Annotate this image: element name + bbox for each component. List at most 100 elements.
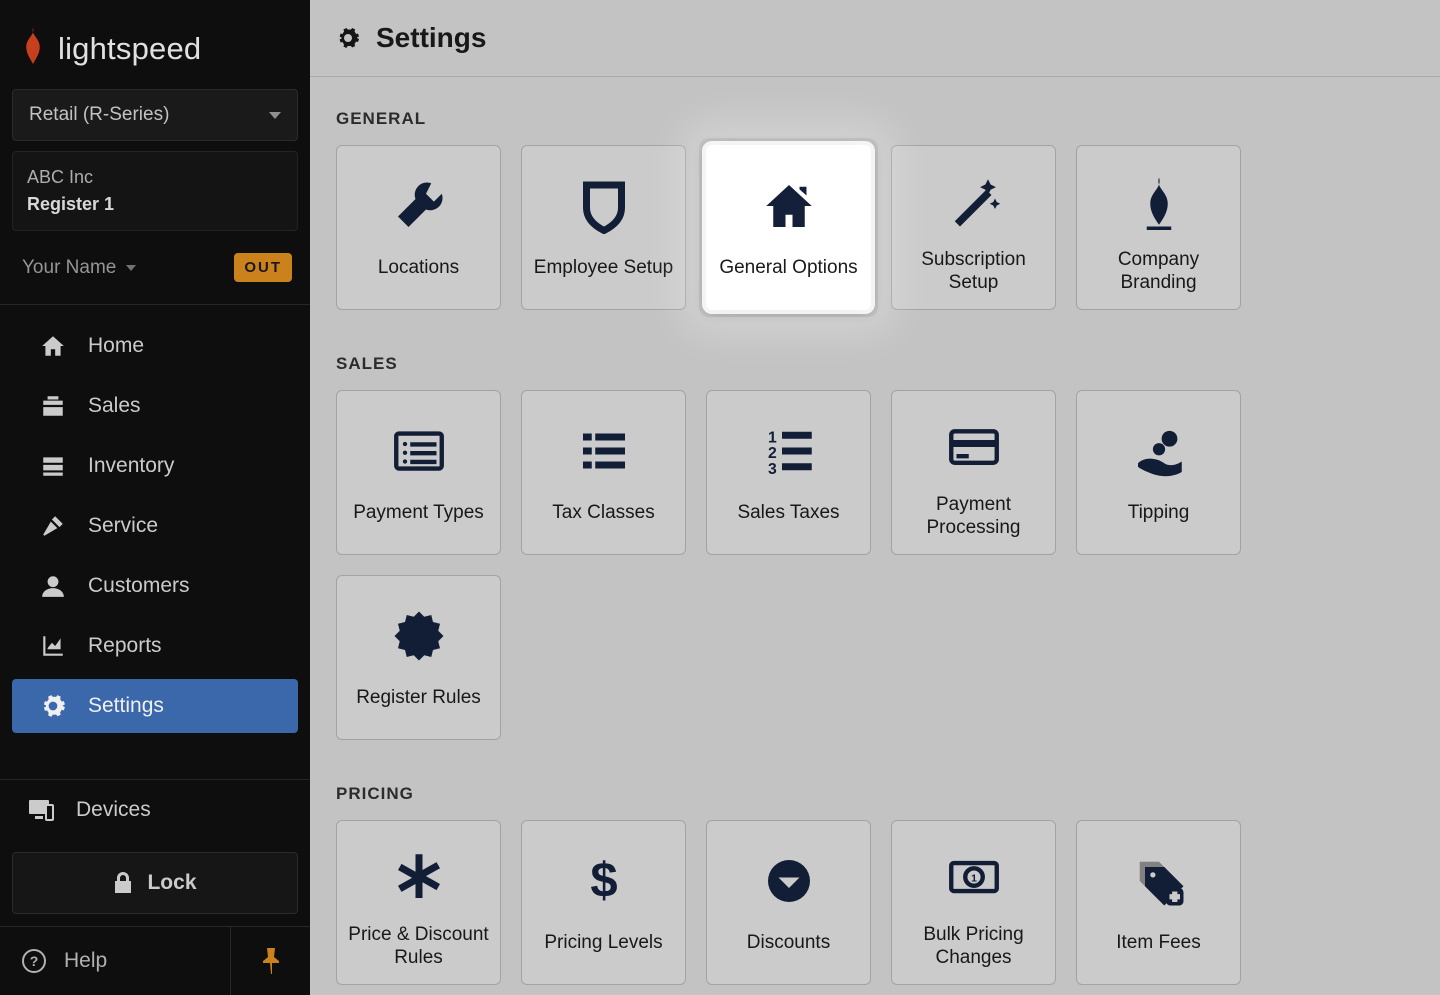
wrench-icon	[391, 170, 447, 242]
tile-pricing-levels[interactable]: $ Pricing Levels	[521, 820, 686, 985]
tipping-icon	[1131, 415, 1187, 487]
tile-label: Item Fees	[1116, 931, 1200, 955]
devices-label: Devices	[76, 798, 151, 822]
nav-customers[interactable]: Customers	[12, 559, 298, 613]
tile-payment-types[interactable]: Payment Types	[336, 390, 501, 555]
brand: lightspeed	[0, 0, 310, 89]
lock-label: Lock	[147, 871, 196, 895]
main: Settings GENERAL Locations Employee Setu…	[310, 0, 1440, 995]
product-selector[interactable]: Retail (R-Series)	[12, 89, 298, 141]
tile-label: Sales Taxes	[737, 501, 839, 525]
user-icon	[40, 573, 66, 599]
tile-label: Discounts	[747, 931, 830, 955]
house-icon	[761, 170, 817, 242]
section-heading: SALES	[336, 354, 1414, 374]
tile-label: Tax Classes	[552, 501, 654, 525]
tile-label: Tipping	[1128, 501, 1190, 525]
tile-label: Employee Setup	[534, 256, 673, 280]
page-title: Settings	[376, 22, 486, 54]
tile-label: Pricing Levels	[544, 931, 662, 955]
hammer-icon	[40, 513, 66, 539]
pin-button[interactable]	[230, 927, 310, 995]
svg-text:?: ?	[30, 953, 39, 969]
asterisk-icon	[391, 845, 447, 909]
tile-label: Locations	[378, 256, 459, 280]
section-general: GENERAL Locations Employee Setup General…	[310, 77, 1440, 322]
shield-icon	[576, 170, 632, 242]
register-icon	[40, 393, 66, 419]
tile-label: Subscription Setup	[902, 248, 1045, 296]
clock-status-badge[interactable]: OUT	[234, 253, 292, 282]
check-circle-icon	[761, 845, 817, 917]
sidebar-bottom: ? Help	[0, 926, 310, 995]
tile-tax-classes[interactable]: Tax Classes	[521, 390, 686, 555]
nav-reports[interactable]: Reports	[12, 619, 298, 673]
tile-bulk-pricing-changes[interactable]: 1 Bulk Pricing Changes	[891, 820, 1056, 985]
lock-icon	[113, 871, 133, 895]
wand-icon	[946, 170, 1002, 234]
user-row: Your Name OUT	[0, 231, 310, 304]
tile-label: Bulk Pricing Changes	[902, 923, 1045, 971]
dollar-icon: $	[576, 845, 632, 917]
nav-label: Inventory	[88, 454, 174, 478]
tile-discounts[interactable]: Discounts	[706, 820, 871, 985]
tile-label: Payment Processing	[902, 493, 1045, 541]
nav-label: Service	[88, 514, 158, 538]
tile-general-options[interactable]: General Options	[706, 145, 871, 310]
gear-icon	[336, 26, 360, 50]
help-label: Help	[64, 949, 107, 973]
nav-sales[interactable]: Sales	[12, 379, 298, 433]
page-header: Settings	[310, 0, 1440, 77]
home-icon	[40, 333, 66, 359]
tile-item-fees[interactable]: Item Fees	[1076, 820, 1241, 985]
nav-home[interactable]: Home	[12, 319, 298, 373]
help-button[interactable]: ? Help	[0, 927, 230, 995]
nav-label: Sales	[88, 394, 141, 418]
tile-label: Company Branding	[1087, 248, 1230, 296]
location-card[interactable]: ABC Inc Register 1	[12, 151, 298, 231]
tile-label: Price & Discount Rules	[347, 923, 490, 971]
numbered-list-icon: 123	[761, 415, 817, 487]
lock-button[interactable]: Lock	[12, 852, 298, 914]
tile-label: Register Rules	[356, 686, 481, 710]
svg-text:3: 3	[768, 461, 777, 478]
tile-company-branding[interactable]: Company Branding	[1076, 145, 1241, 310]
pin-icon	[261, 948, 281, 974]
sidebar: lightspeed Retail (R-Series) ABC Inc Reg…	[0, 0, 310, 995]
chevron-down-icon	[126, 265, 136, 271]
nav-devices[interactable]: Devices	[0, 779, 310, 840]
cash-icon: 1	[946, 845, 1002, 909]
tile-register-rules[interactable]: Register Rules	[336, 575, 501, 740]
nav-inventory[interactable]: Inventory	[12, 439, 298, 493]
tile-sales-taxes[interactable]: 123 Sales Taxes	[706, 390, 871, 555]
tiles-pricing: Price & Discount Rules $ Pricing Levels …	[336, 820, 1414, 985]
tile-employee-setup[interactable]: Employee Setup	[521, 145, 686, 310]
tiles-sales: Payment Types Tax Classes 123 Sales Taxe…	[336, 390, 1414, 740]
seal-icon	[391, 600, 447, 672]
nav-label: Home	[88, 334, 144, 358]
tile-payment-processing[interactable]: Payment Processing	[891, 390, 1056, 555]
drawer-icon	[40, 453, 66, 479]
tile-price-discount-rules[interactable]: Price & Discount Rules	[336, 820, 501, 985]
tile-locations[interactable]: Locations	[336, 145, 501, 310]
section-sales: SALES Payment Types Tax Classes 123 Sale…	[310, 322, 1440, 752]
brand-word: lightspeed	[58, 31, 201, 67]
list-icon	[576, 415, 632, 487]
tile-tipping[interactable]: Tipping	[1076, 390, 1241, 555]
tile-label: General Options	[719, 256, 857, 280]
user-menu[interactable]: Your Name	[22, 257, 136, 279]
nav-label: Customers	[88, 574, 190, 598]
chart-icon	[40, 633, 66, 659]
nav-label: Reports	[88, 634, 162, 658]
nav-label: Settings	[88, 694, 164, 718]
svg-text:$: $	[590, 854, 617, 908]
svg-text:1: 1	[768, 429, 777, 446]
primary-nav: Home Sales Inventory Service Customers R…	[0, 305, 310, 733]
tags-plus-icon	[1131, 845, 1187, 917]
question-icon: ?	[22, 949, 46, 973]
chevron-down-icon	[269, 112, 281, 119]
nav-service[interactable]: Service	[12, 499, 298, 553]
nav-settings[interactable]: Settings	[12, 679, 298, 733]
tile-subscription-setup[interactable]: Subscription Setup	[891, 145, 1056, 310]
tiles-general: Locations Employee Setup General Options…	[336, 145, 1414, 310]
